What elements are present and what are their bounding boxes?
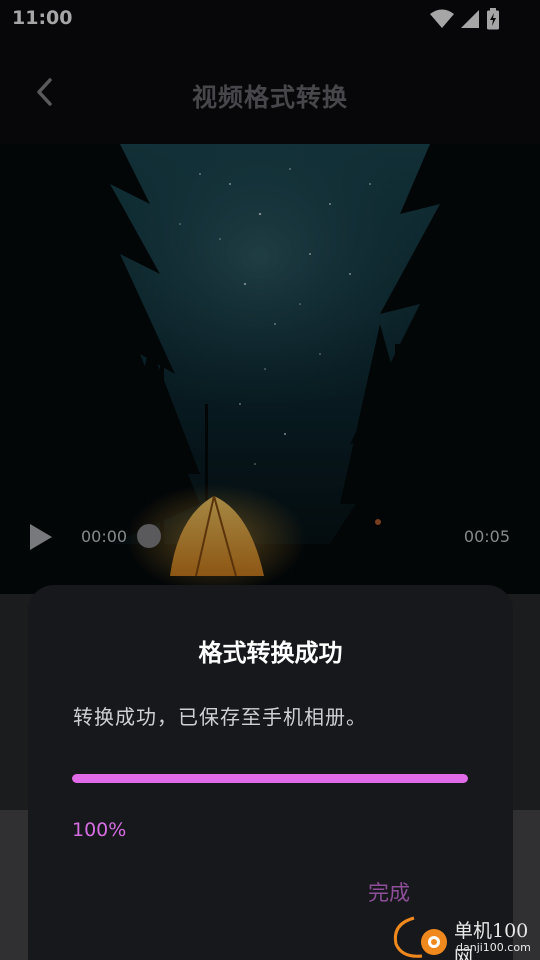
progress-percent-label: 100% (72, 819, 127, 841)
done-button[interactable]: 完成 (368, 877, 410, 907)
dialog-message: 转换成功，已保存至手机相册。 (73, 705, 367, 729)
watermark-url: danji100.com (456, 941, 531, 954)
dialog-title: 格式转换成功 (198, 639, 343, 667)
conversion-progress-bar (72, 774, 468, 783)
watermark-logo: 单机100网 danji100.com (388, 912, 540, 960)
conversion-success-dialog: 格式转换成功 转换成功，已保存至手机相册。 100% 完成 (28, 585, 513, 960)
danji-logo-icon (393, 916, 447, 958)
conversion-progress-fill (72, 774, 468, 783)
